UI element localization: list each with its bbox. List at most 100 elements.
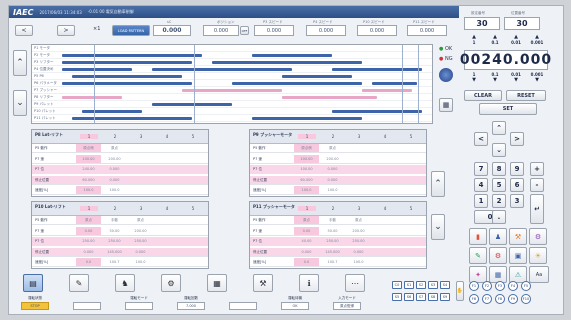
setting-number-field[interactable]: 30 (464, 17, 500, 30)
table-cell[interactable]: 0.000 (320, 178, 345, 182)
bottom-value[interactable] (229, 302, 257, 310)
f-key-F5[interactable]: F5 (521, 281, 531, 291)
timeline-bar[interactable] (72, 116, 192, 120)
timeline-bar[interactable] (252, 116, 362, 120)
field-f[interactable]: 0.000 (407, 25, 447, 36)
f-key-F6[interactable]: F6 (469, 294, 479, 304)
table-cell[interactable]: 0.00 (76, 229, 101, 233)
increment-up-button[interactable]: ▲ 0.1 (485, 34, 505, 48)
bottom-value[interactable]: 7.000 (177, 302, 205, 310)
f-key-F2[interactable]: F2 (482, 281, 492, 291)
hand-icon[interactable]: ✋ (456, 281, 464, 301)
f-key-F4[interactable]: F4 (508, 281, 518, 291)
table-cell[interactable]: 50.00 (320, 229, 345, 233)
font-size-button[interactable]: Aa (529, 266, 549, 283)
timeline-bar[interactable] (232, 81, 362, 85)
s-key-S7[interactable]: S7 (416, 293, 426, 301)
table-cell[interactable]: 原点 (294, 218, 319, 223)
timeline-bar[interactable] (372, 81, 417, 85)
timeline-bar[interactable] (82, 109, 142, 113)
opt-toggle[interactable]: OFF (240, 26, 249, 35)
timeline-bar[interactable] (62, 67, 132, 71)
f-key-F10[interactable]: F10 (521, 294, 531, 304)
table-cell[interactable]: 0.00 (294, 229, 319, 233)
table-cell[interactable]: 100.00 (294, 167, 319, 171)
table-cell[interactable]: 200.00 (346, 229, 371, 233)
gear-icon[interactable]: ⚙ (489, 247, 507, 264)
table-cell[interactable]: 100.0 (102, 188, 127, 192)
timeline-bar[interactable] (362, 88, 412, 92)
table-down-button[interactable]: ⌄ (431, 214, 445, 240)
timeline-bar[interactable] (62, 60, 192, 64)
timeline-bar[interactable] (152, 67, 292, 71)
table-cell[interactable]: 原点 (128, 218, 153, 223)
table-cell[interactable]: 200.00 (128, 229, 153, 233)
set-button[interactable]: SET (479, 103, 537, 115)
table-cell[interactable]: 原点 (346, 218, 371, 223)
timeline-bar[interactable] (152, 102, 232, 106)
table-cell[interactable]: 原点 (102, 146, 127, 151)
f-key-F1[interactable]: F1 (469, 281, 479, 291)
key--[interactable]: - (530, 178, 544, 192)
f-key-F8[interactable]: F8 (495, 294, 505, 304)
table-cell[interactable]: 原点側 (76, 146, 101, 151)
table-cell[interactable]: 200.00 (102, 157, 127, 161)
key-2[interactable]: 2 (492, 194, 506, 208)
timeline-bar[interactable] (62, 53, 202, 57)
table-cell[interactable]: 100.0 (76, 188, 101, 192)
increment-up-button[interactable]: ▲ 0.01 (506, 34, 526, 48)
table-cell[interactable]: 40.00 (294, 239, 319, 243)
more-icon[interactable]: ⋯ (345, 274, 365, 292)
increment-down-button[interactable]: 1 ▼ (464, 72, 484, 86)
table-cell[interactable]: 0.000 (128, 250, 153, 254)
f-key-F3[interactable]: F3 (495, 281, 505, 291)
table-cell[interactable]: 100.0 (128, 260, 153, 264)
table-cell[interactable]: 100.7 (102, 260, 127, 264)
timeline-up-button[interactable]: ⌃ (13, 50, 27, 76)
table-cell[interactable]: 250.00 (102, 239, 127, 243)
key-4[interactable]: 4 (474, 178, 488, 192)
timeline-bar[interactable] (62, 95, 122, 99)
dpad-right-icon[interactable]: > (510, 132, 524, 146)
table-cell[interactable]: 250.00 (76, 239, 101, 243)
prev-button[interactable]: < (15, 25, 33, 36)
s-key-S8[interactable]: S8 (428, 293, 438, 301)
dpad-left-icon[interactable]: < (474, 132, 488, 146)
table-cell[interactable]: 手動 (102, 218, 127, 223)
timeline-bar[interactable] (182, 88, 282, 92)
increment-down-button[interactable]: 0.001 ▼ (527, 72, 547, 86)
tool-icon[interactable]: ✎ (469, 247, 487, 264)
timeline-bar[interactable] (282, 74, 352, 78)
field-b[interactable]: 0.000 (203, 25, 239, 36)
table-up-button[interactable]: ⌃ (431, 171, 445, 197)
edit-icon[interactable]: ✎ (69, 274, 89, 292)
table-cell[interactable]: 100.00 (76, 157, 101, 161)
table-cell[interactable]: 0.000 (76, 250, 101, 254)
info-icon[interactable]: ℹ (299, 274, 319, 292)
field-a[interactable]: 0.000 (153, 25, 191, 36)
timeline-down-button[interactable]: ⌄ (13, 90, 27, 116)
table-cell[interactable]: 200.00 (320, 157, 345, 161)
next-button[interactable]: > (57, 25, 75, 36)
table-cell[interactable]: 0.000 (294, 250, 319, 254)
table-cell[interactable]: 145.000 (102, 250, 127, 254)
reset-button[interactable]: RESET (506, 90, 546, 101)
maint-icon[interactable]: ⚒ (253, 274, 273, 292)
timeline-bar[interactable] (332, 67, 422, 71)
setup-icon[interactable]: ⚙ (161, 274, 181, 292)
dpad-down-icon[interactable]: ⌄ (492, 143, 506, 157)
timeline-bar[interactable] (332, 109, 422, 113)
wrench-icon[interactable]: ⚒ (509, 228, 527, 245)
s-key-S5[interactable]: S5 (392, 293, 402, 301)
timeline-bar[interactable] (212, 60, 362, 64)
key-9[interactable]: 9 (510, 162, 524, 176)
table-cell[interactable]: 60.000 (76, 178, 101, 182)
table-cell[interactable]: 0.000 (102, 167, 127, 171)
key-6[interactable]: 6 (510, 178, 524, 192)
monitor-icon[interactable]: ▣ (509, 247, 527, 264)
table-cell[interactable]: 240.00 (76, 167, 101, 171)
timeline-bar[interactable] (282, 95, 377, 99)
table-cell[interactable]: 100.0 (320, 188, 345, 192)
table-cell[interactable]: 100.7 (320, 260, 345, 264)
table-cell[interactable]: 100.0 (346, 260, 371, 264)
